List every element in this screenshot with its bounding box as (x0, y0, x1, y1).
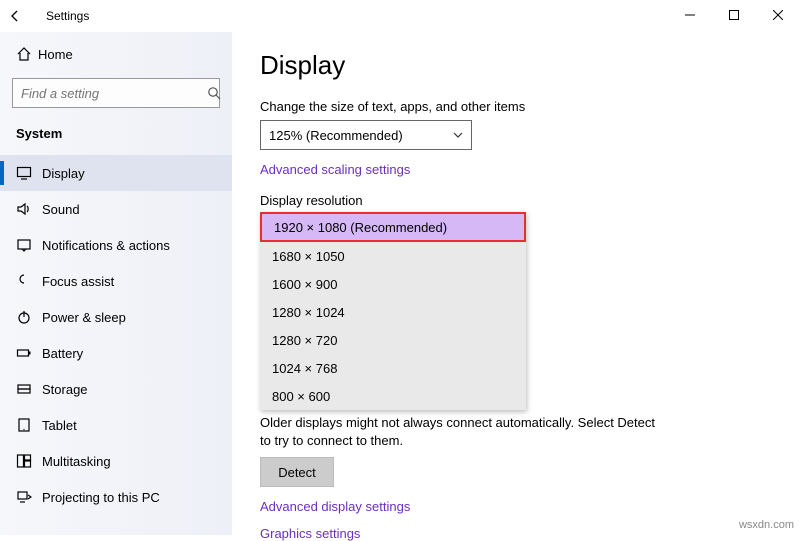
resolution-dropdown[interactable]: 1920 × 1080 (Recommended)1680 × 10501600… (260, 212, 526, 410)
notifications-icon (16, 237, 42, 253)
sidebar: Home System Display Sound Notifications & … (0, 32, 232, 535)
sidebar-item-label: Power & sleep (42, 310, 126, 325)
chevron-down-icon (453, 130, 463, 140)
maximize-button[interactable] (712, 0, 756, 30)
sidebar-item-display[interactable]: Display (0, 155, 232, 191)
focus-icon (16, 273, 42, 289)
sound-icon (16, 201, 42, 217)
resolution-option[interactable]: 1280 × 1024 (260, 298, 526, 326)
page-title: Display (260, 50, 772, 81)
older-displays-note: Older displays might not always connect … (260, 414, 660, 449)
search-icon (207, 86, 221, 100)
scale-value: 125% (Recommended) (269, 128, 403, 143)
sidebar-item-notifications[interactable]: Notifications & actions (0, 227, 232, 263)
display-icon (16, 165, 42, 181)
scale-select[interactable]: 125% (Recommended) (260, 120, 472, 150)
sidebar-item-label: Sound (42, 202, 80, 217)
sidebar-item-label: Display (42, 166, 85, 181)
minimize-button[interactable] (668, 0, 712, 30)
battery-icon (16, 345, 42, 361)
sidebar-item-label: Battery (42, 346, 83, 361)
scale-label: Change the size of text, apps, and other… (260, 99, 772, 114)
sidebar-item-label: Storage (42, 382, 88, 397)
sidebar-item-focus[interactable]: Focus assist (0, 263, 232, 299)
resolution-option[interactable]: 1680 × 1050 (260, 242, 526, 270)
detect-button[interactable]: Detect (260, 457, 334, 487)
resolution-option[interactable]: 1920 × 1080 (Recommended) (260, 212, 526, 242)
search-input[interactable] (13, 86, 207, 101)
sidebar-item-power[interactable]: Power & sleep (0, 299, 232, 335)
sidebar-group-title: System (0, 120, 232, 155)
multitask-icon (16, 453, 42, 469)
advanced-display-link[interactable]: Advanced display settings (260, 499, 772, 514)
main-content: Display Change the size of text, apps, a… (232, 32, 800, 535)
home-icon (16, 46, 38, 62)
power-icon (16, 309, 42, 325)
home-label: Home (38, 47, 73, 62)
sidebar-item-storage[interactable]: Storage (0, 371, 232, 407)
close-button[interactable] (756, 0, 800, 30)
home-link[interactable]: Home (0, 38, 232, 70)
sidebar-item-label: Focus assist (42, 274, 114, 289)
sidebar-item-battery[interactable]: Battery (0, 335, 232, 371)
sidebar-item-label: Notifications & actions (42, 238, 170, 253)
tablet-icon (16, 417, 42, 433)
resolution-label: Display resolution (260, 193, 772, 208)
search-box[interactable] (12, 78, 220, 108)
sidebar-item-sound[interactable]: Sound (0, 191, 232, 227)
resolution-option[interactable]: 800 × 600 (260, 382, 526, 410)
resolution-option[interactable]: 1024 × 768 (260, 354, 526, 382)
sidebar-item-project[interactable]: Projecting to this PC (0, 479, 232, 515)
sidebar-item-label: Multitasking (42, 454, 111, 469)
window-controls (668, 0, 800, 30)
sidebar-item-label: Tablet (42, 418, 77, 433)
advanced-scaling-link[interactable]: Advanced scaling settings (260, 162, 772, 177)
watermark: wsxdn.com (739, 519, 794, 531)
sidebar-item-label: Projecting to this PC (42, 490, 160, 505)
resolution-option[interactable]: 1600 × 900 (260, 270, 526, 298)
resolution-option[interactable]: 1280 × 720 (260, 326, 526, 354)
project-icon (16, 489, 42, 505)
window-title: Settings (46, 9, 89, 23)
sidebar-item-tablet[interactable]: Tablet (0, 407, 232, 443)
sidebar-item-multitask[interactable]: Multitasking (0, 443, 232, 479)
graphics-settings-link[interactable]: Graphics settings (260, 526, 772, 541)
back-button[interactable] (8, 9, 40, 23)
storage-icon (16, 381, 42, 397)
